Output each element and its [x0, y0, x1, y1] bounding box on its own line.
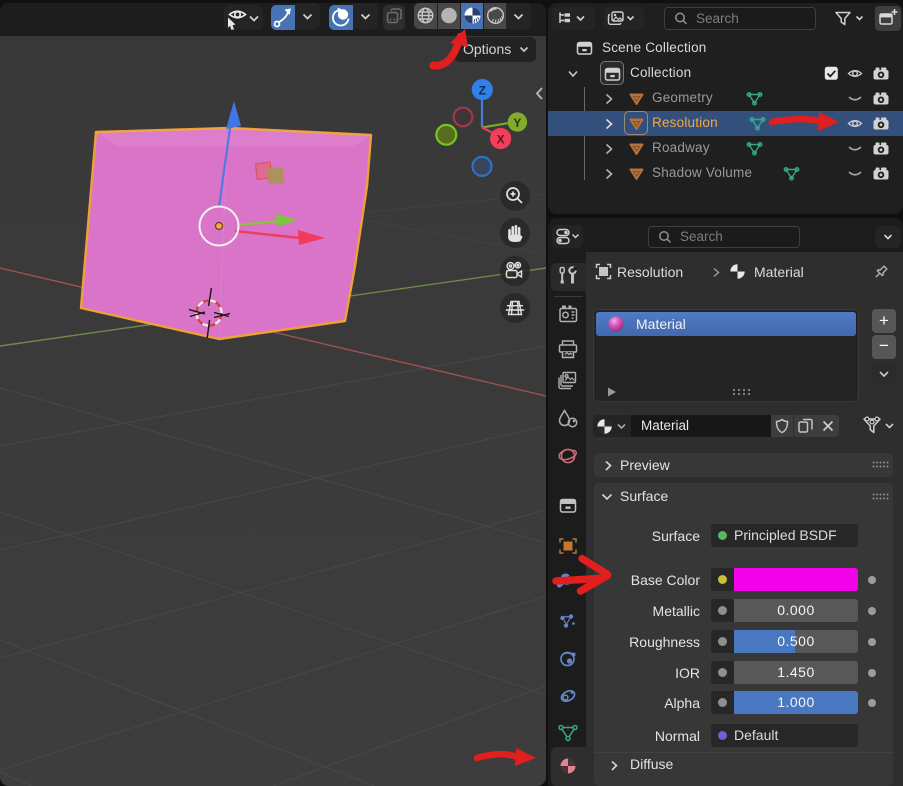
svg-text:Y: Y: [513, 116, 521, 130]
svg-text:Z: Z: [479, 84, 486, 98]
svg-text:X: X: [497, 133, 505, 147]
